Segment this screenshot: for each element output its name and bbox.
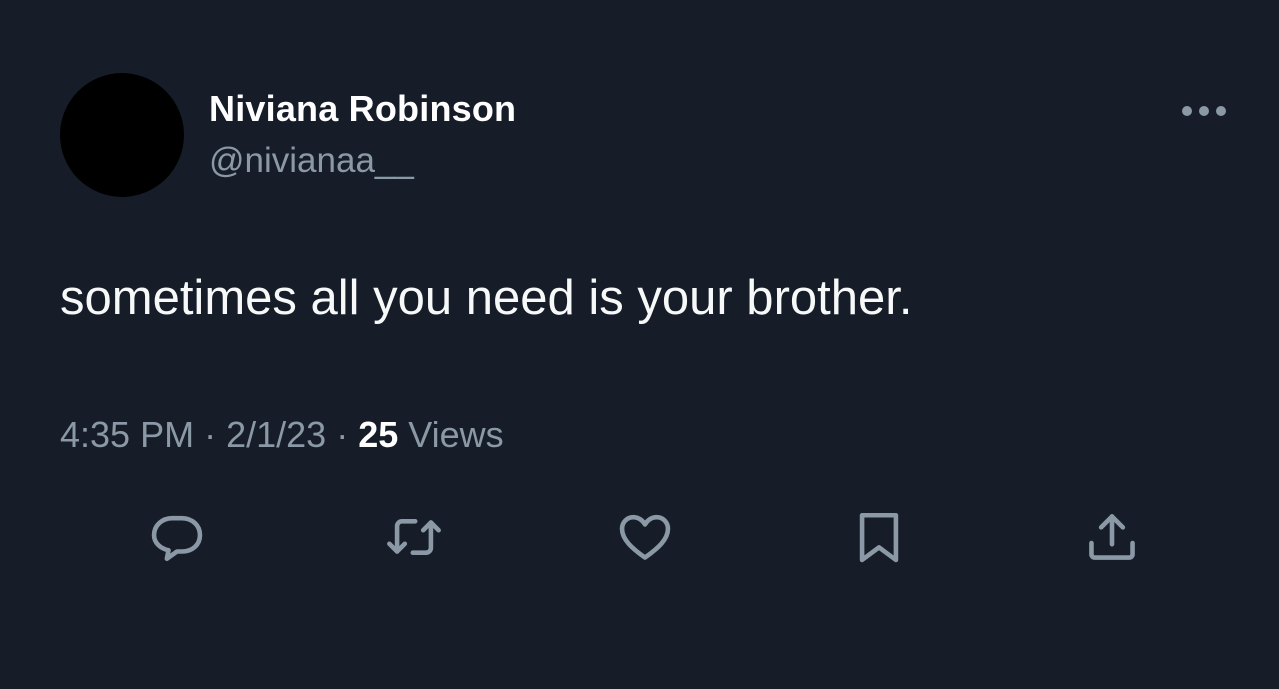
bookmark-icon: [859, 512, 899, 563]
share-icon: [1089, 514, 1135, 560]
heart-icon: [619, 514, 671, 560]
meta-separator: ·: [204, 414, 217, 455]
tweet-date[interactable]: 2/1/23: [226, 414, 326, 455]
retweet-button[interactable]: [383, 506, 445, 568]
tweet-text: sometimes all you need is your brother.: [60, 271, 913, 325]
avatar[interactable]: [60, 73, 184, 197]
reply-button[interactable]: [146, 506, 208, 568]
views-label[interactable]: Views: [408, 414, 503, 455]
share-button[interactable]: [1081, 506, 1143, 568]
views-count[interactable]: 25: [358, 414, 398, 455]
more-icon: [1182, 106, 1226, 116]
tweet-time[interactable]: 4:35 PM: [60, 414, 194, 455]
bookmark-button[interactable]: [848, 506, 910, 568]
tweet-meta: 4:35 PM · 2/1/23 · 25 Views: [60, 414, 504, 456]
like-button[interactable]: [614, 506, 676, 568]
user-handle[interactable]: @nivianaa__: [209, 141, 414, 181]
meta-separator: ·: [336, 414, 349, 455]
retweet-icon: [387, 518, 441, 556]
display-name[interactable]: Niviana Robinson: [209, 88, 516, 130]
more-options-button[interactable]: [1176, 92, 1232, 130]
reply-icon: [151, 515, 203, 562]
